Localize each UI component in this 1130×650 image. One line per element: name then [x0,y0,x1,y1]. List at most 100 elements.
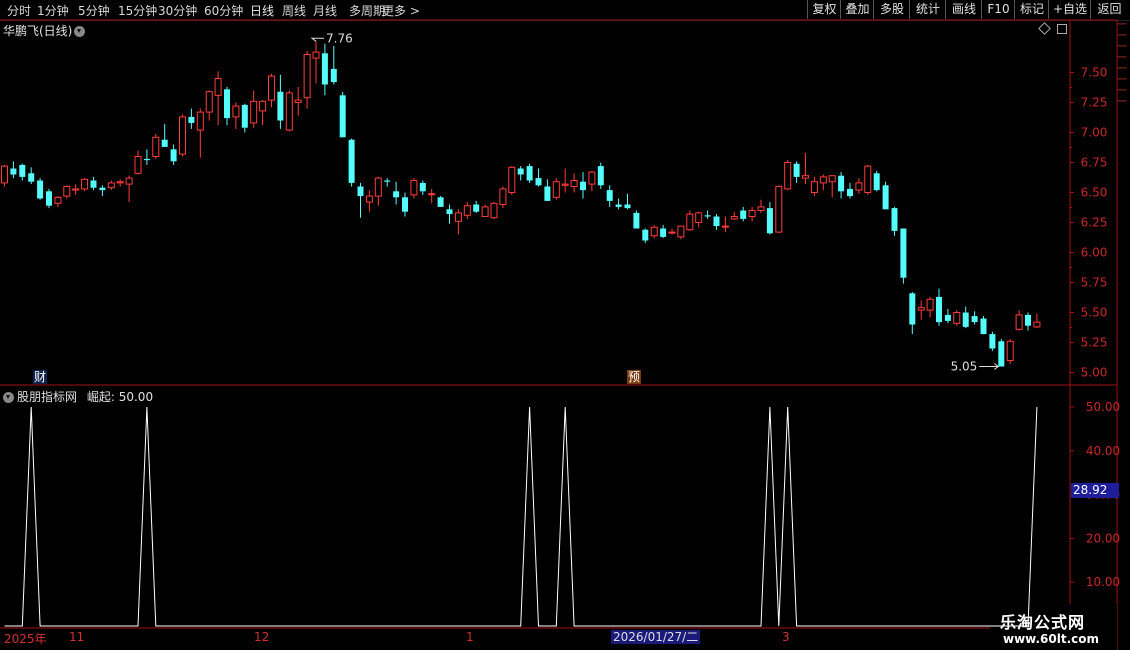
candle-body [143,158,150,161]
candle-body [633,212,640,229]
side-panel-edge: 一一一一一一一一 [1117,20,1127,108]
candle-body [107,182,115,189]
candle [953,310,961,326]
candle-body [99,187,106,191]
candle [348,138,355,187]
candle-body [365,195,373,203]
candle-body [695,212,703,223]
candle-body [650,226,658,237]
candle-body [668,231,676,234]
candle-body [250,100,258,124]
kline-chart[interactable]: 7.76 5.05 7.50 7.25 7.00 6.75 6.50 6.25 6.00 5.7… [0,0,1130,650]
candle [285,90,293,132]
watermark-url: www.60lt.com [1003,632,1100,646]
candle-body [802,175,809,179]
candle-body [748,210,756,217]
candle [46,188,52,209]
candle-body [873,173,880,191]
candle [410,178,418,199]
date-label-mar: 3 [782,630,790,644]
price-tick-label: 6.25 [1081,216,1108,230]
candle-body [784,162,792,190]
candle [339,91,346,138]
candle-body [953,312,961,324]
candle-body [134,156,142,174]
candle [365,190,373,212]
candle [303,50,311,109]
candle [855,178,863,194]
candle-body [188,116,195,123]
candle [490,202,498,219]
candle [428,188,436,204]
candle [161,124,168,147]
candle-body [63,186,71,197]
candles-group: 7.76 5.05 [1,31,1041,374]
candle-body [757,206,765,211]
candle-body [517,168,524,175]
candle [936,288,942,326]
candle-body [882,185,889,210]
candle [125,175,133,203]
candle-body [446,209,453,215]
candle [730,211,738,221]
candle-body [294,99,302,103]
candle [107,180,115,191]
candle [463,202,471,219]
candle-body [526,166,533,181]
candle [766,202,773,235]
candle-body [775,186,783,233]
candle-body [1,165,8,184]
candle-body [588,171,596,185]
candle [259,100,267,126]
candle-body [864,165,872,194]
candle [330,46,337,85]
candle [374,176,382,206]
candle [1015,310,1023,331]
candle-body [90,180,97,188]
candle-body [508,166,516,194]
candle [909,292,916,335]
finance-marker[interactable]: 财 [33,370,48,384]
candle-body [419,182,426,192]
candle-body [642,229,649,241]
candle-body [196,111,204,131]
candle [294,86,302,116]
candle-body [713,216,720,227]
candle [134,150,142,175]
candle [214,71,222,126]
candle [99,185,106,197]
candle-body [615,204,622,207]
candle [847,182,853,199]
candle-body [793,163,800,177]
candle-body [428,193,436,196]
candle [196,108,204,158]
candle [588,170,596,192]
candle-body [900,228,907,278]
candle [179,114,186,157]
candle-body [454,212,462,222]
candle-body [819,176,827,184]
candle [473,200,480,213]
candle-body [580,181,586,191]
high-arrow [310,37,324,42]
forecast-marker[interactable]: 预 [627,370,642,384]
candle [205,90,213,121]
candle-body [374,177,382,197]
candle-body [624,204,631,209]
candle-body [597,166,604,186]
candle-body [855,182,863,191]
candle-body [499,188,507,205]
candle [224,86,230,126]
candle-body [384,180,391,182]
candle-body [81,178,89,190]
candle [241,103,248,133]
candle-body [891,208,898,231]
candle [37,178,44,200]
high-annotation: 7.76 [326,31,353,45]
candle [1033,313,1041,329]
candle-body [152,136,160,158]
ind-tick-label: 10.00 [1086,575,1120,589]
candle-body [437,197,444,207]
candle [28,167,35,185]
price-tick-label: 6.50 [1081,186,1108,200]
